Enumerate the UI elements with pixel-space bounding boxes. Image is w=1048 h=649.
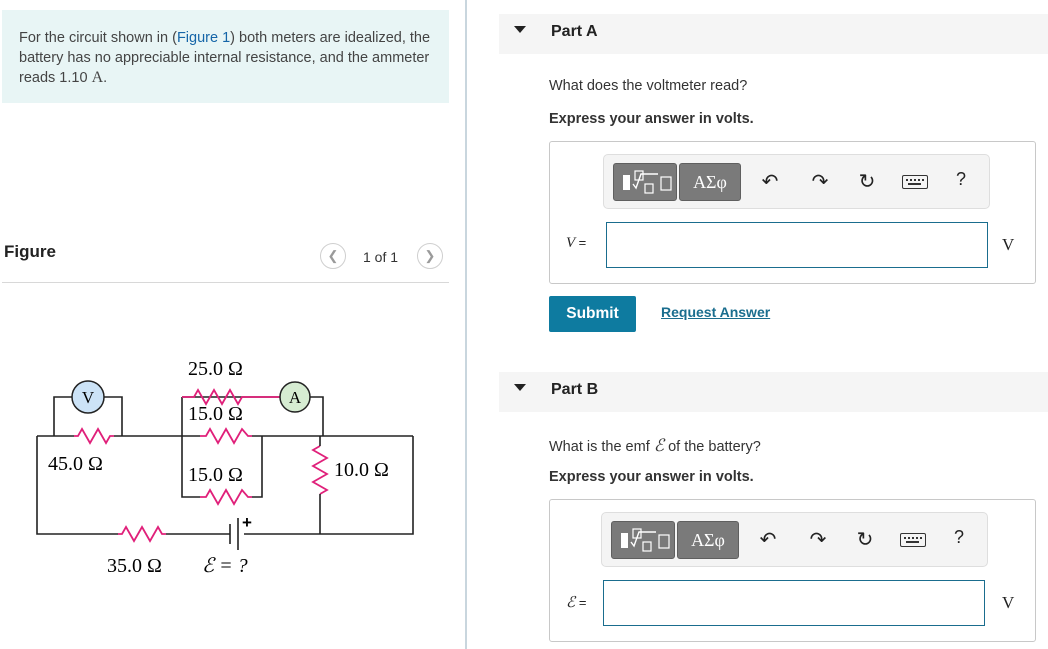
redo-icon[interactable]: ↷ [807,528,829,552]
resistor-35-ohm [118,525,166,543]
part-b-variable: ℰ = [566,595,587,611]
resistor-10-ohm [311,445,329,495]
problem-text-start: For the circuit shown in ( [19,30,177,46]
part-b-instruction: Express your answer in volts. [549,469,754,485]
part-b-header[interactable]: Part B [499,372,1048,412]
figure-link[interactable]: Figure 1 [177,30,230,46]
math-toolbar: ΑΣφ ↶ ↷ ↻ ? [603,154,990,209]
label-35-ohm: 35.0 Ω [107,555,162,577]
part-a-variable: V = [566,235,587,251]
part-a-answer-input[interactable] [606,222,988,268]
part-a-title: Part A [551,23,598,40]
reset-icon[interactable]: ↻ [856,170,878,194]
label-15-ohm-top: 15.0 Ω [188,403,243,425]
request-answer-link[interactable]: Request Answer [661,304,770,320]
keyboard-icon[interactable] [902,175,928,189]
part-a-question: What does the voltmeter read? [549,78,748,94]
keyboard-icon[interactable] [900,533,926,547]
caret-down-icon [514,384,526,391]
chevron-left-icon[interactable]: ❮ [320,243,346,269]
figure-page-count: 1 of 1 [363,249,399,265]
pane-divider[interactable] [465,0,467,649]
label-10-ohm: 10.0 Ω [334,459,389,481]
label-15-ohm-bottom: 15.0 Ω [188,464,243,486]
greek-symbols-button[interactable]: ΑΣφ [679,163,741,201]
resistor-45-ohm [74,427,114,445]
part-b-unit: V [1002,593,1015,612]
templates-button[interactable] [613,163,677,201]
part-b-answer-input[interactable] [603,580,985,626]
part-a-answer-box: ΑΣφ ↶ ↷ ↻ ? V = V [549,141,1036,284]
problem-statement: For the circuit shown in (Figure 1) both… [2,10,449,103]
chevron-right-icon[interactable]: ❯ [417,243,443,269]
figure-title: Figure [4,242,56,261]
label-25-ohm: 25.0 Ω [188,358,243,380]
help-icon[interactable]: ? [956,169,966,190]
help-icon[interactable]: ? [954,527,964,548]
caret-down-icon [514,26,526,33]
templates-button[interactable] [611,521,675,559]
figure-header: Figure ❮ 1 of 1 ❯ [2,236,449,283]
math-toolbar: ΑΣφ ↶ ↷ ↻ ? [601,512,988,567]
fraction-root-icon [623,170,672,194]
emf-label: ℰ = ? [202,555,248,577]
circuit-diagram: V A 25.0 Ω 15.0 Ω 45.0 Ω 15.0 Ω 10.0 Ω 3… [36,358,414,577]
label-45-ohm: 45.0 Ω [48,453,103,475]
current-unit: A [91,69,104,86]
undo-icon[interactable]: ↶ [759,170,781,194]
resistor-15-ohm-top [200,427,252,445]
part-a-unit: V [1002,235,1015,254]
part-b-question: What is the emf ℰ of the battery? [549,436,761,455]
battery-plus: + [242,513,252,532]
part-b-answer-box: ΑΣφ ↶ ↷ ↻ ? ℰ = V [549,499,1036,642]
fraction-root-icon [621,528,670,552]
part-a-header[interactable]: Part A [499,14,1048,54]
part-a-instruction: Express your answer in volts. [549,111,754,127]
part-b-title: Part B [551,381,599,398]
redo-icon[interactable]: ↷ [809,170,831,194]
resistor-15-ohm-bottom [200,488,252,506]
undo-icon[interactable]: ↶ [757,528,779,552]
submit-button[interactable]: Submit [549,296,636,332]
ammeter-label: A [289,388,302,407]
greek-symbols-button[interactable]: ΑΣφ [677,521,739,559]
voltmeter-label: V [82,388,95,407]
reset-icon[interactable]: ↻ [854,528,876,552]
